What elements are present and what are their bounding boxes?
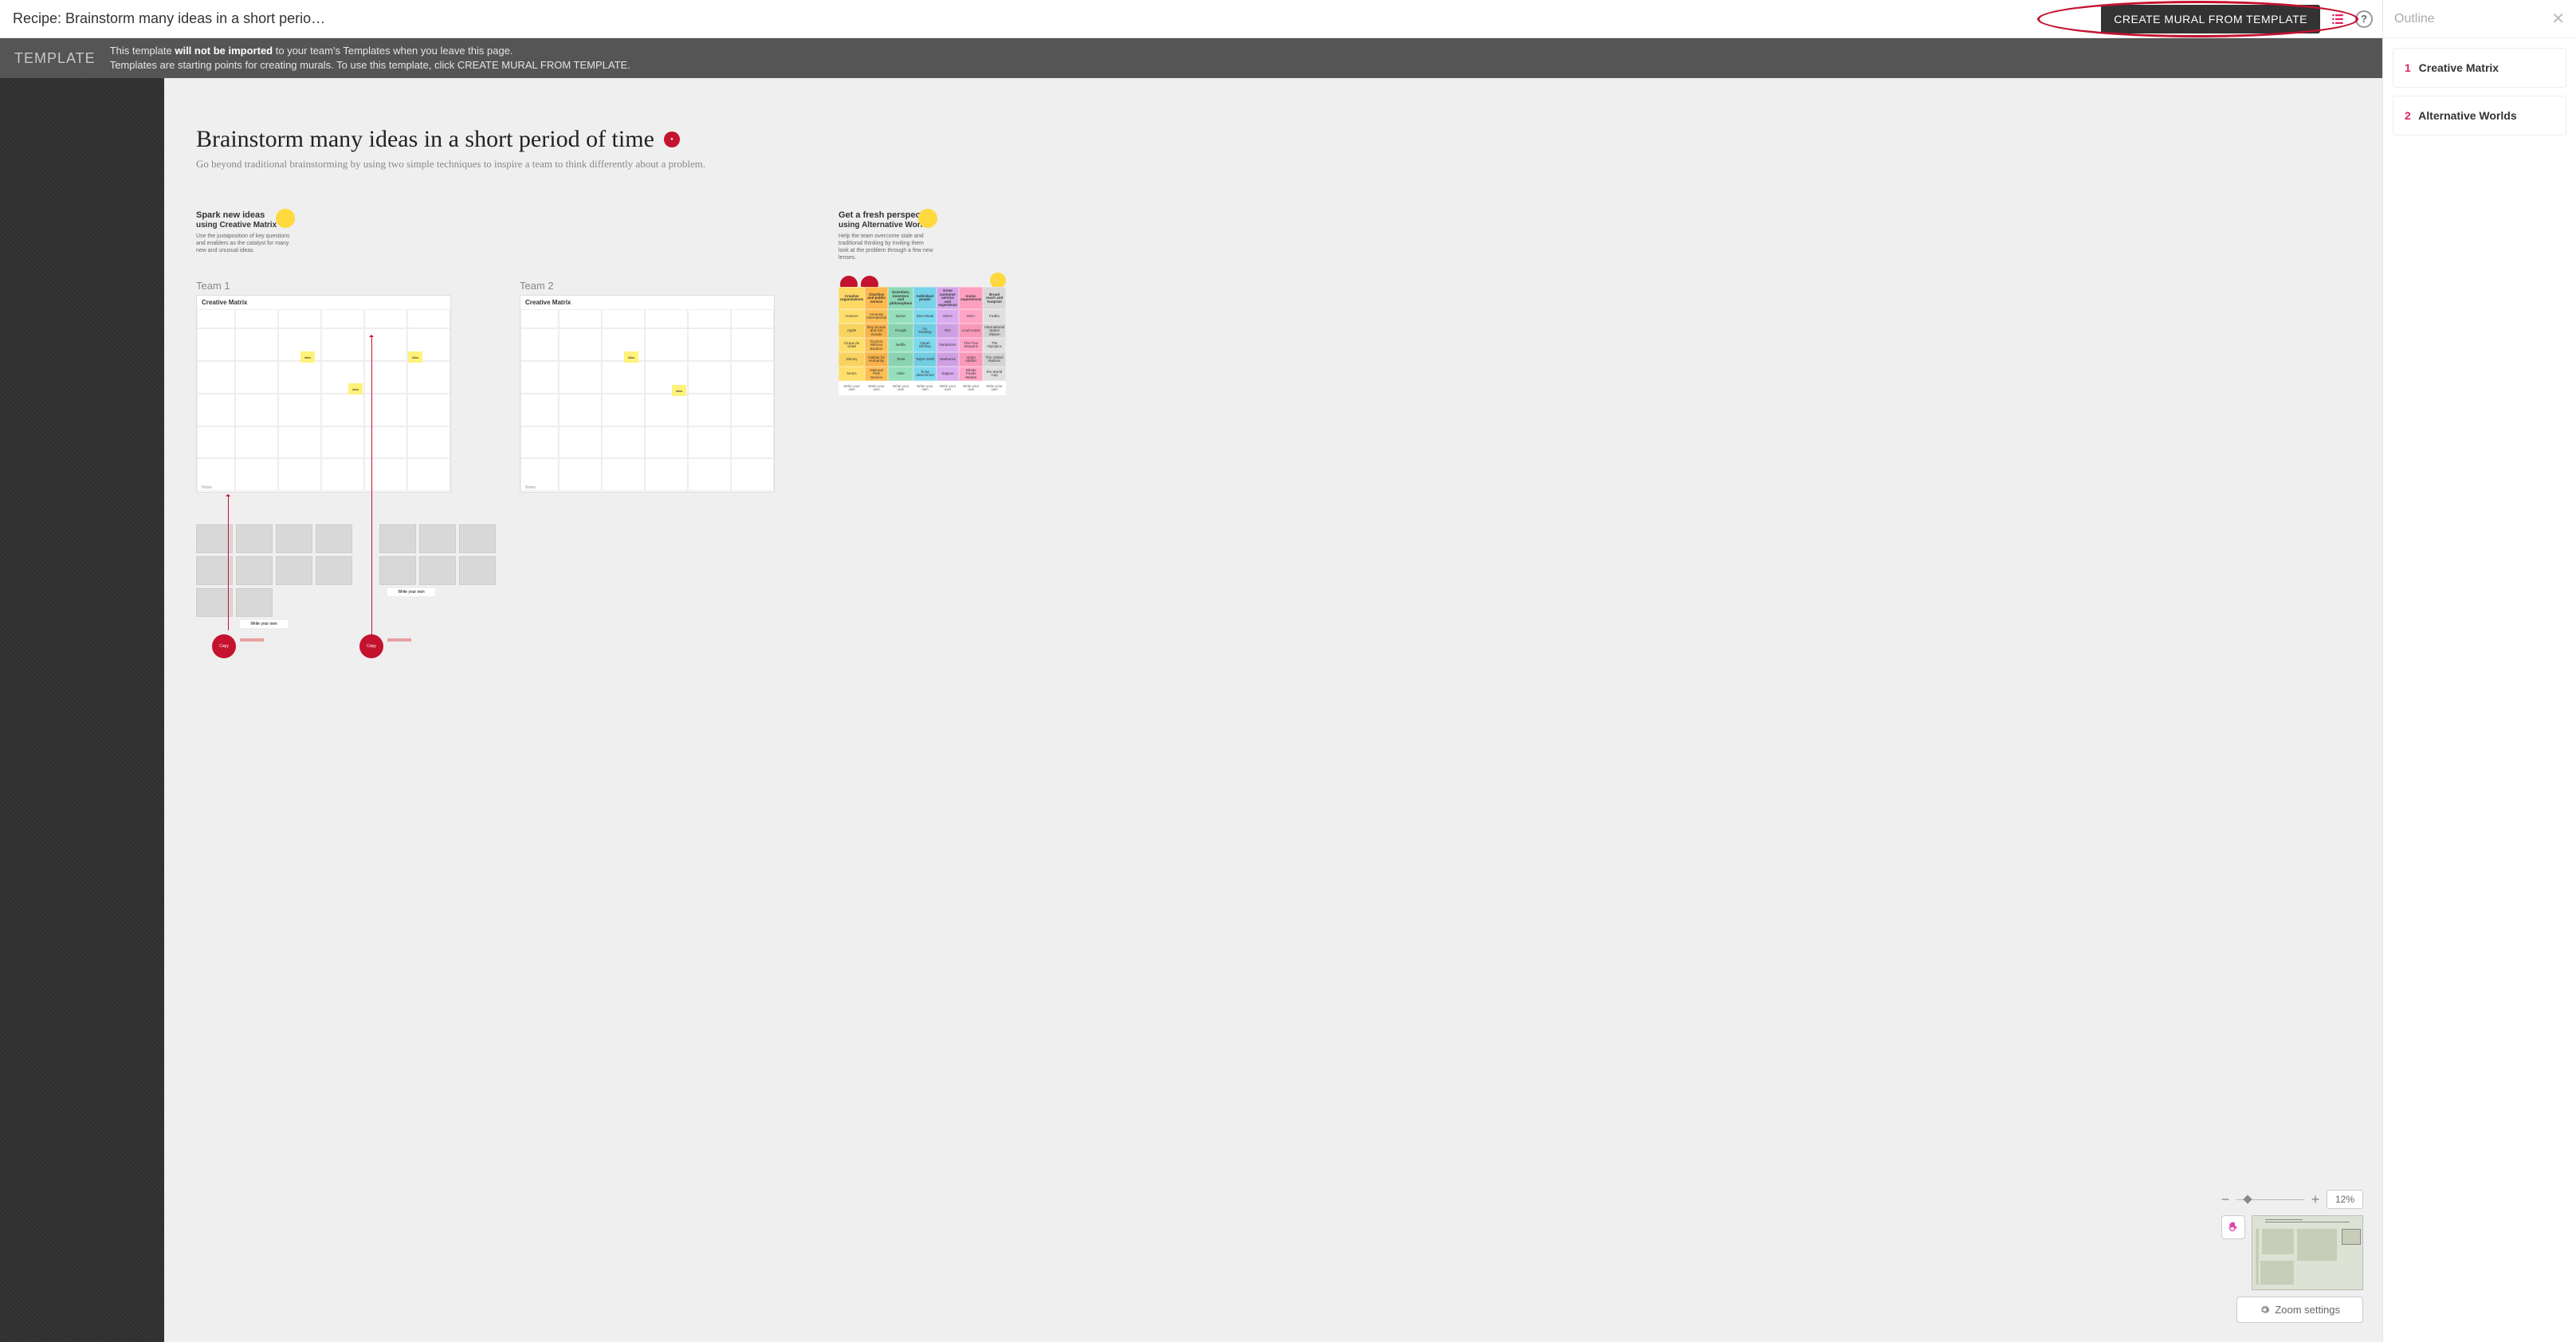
annotation-arrow [228,495,229,630]
close-icon[interactable]: ✕ [2551,9,2565,29]
team1-label: Team 1 [196,280,496,292]
aw-cell[interactable]: Individual people [913,287,936,309]
aw-cell[interactable]: Dyson [888,309,913,324]
aw-cell[interactable]: Charities and public service [865,287,888,309]
app-header: Recipe: Brainstorm many ideas in a short… [0,0,2382,38]
aw-cell[interactable]: Scientists, inventors and philosophers [888,287,913,309]
sticky-note[interactable]: idea [408,351,422,363]
aw-cell[interactable]: Write your own [913,381,936,395]
mural-canvas[interactable]: Brainstorm many ideas in a short period … [164,78,2382,1342]
annotation-preview [240,638,264,648]
sticky-note[interactable]: idea [300,351,315,363]
pan-hand-button[interactable] [2221,1215,2245,1239]
creative-matrix-team1[interactable]: Creative Matrix idea idea idea Notes [196,295,451,492]
aw-cell[interactable]: Boy Scouts and Girl Scouts [865,324,888,338]
aw-cell[interactable]: The Olympics [983,338,1006,352]
aw-cell[interactable]: Whole Foods Market [959,367,983,381]
aw-cell[interactable]: Iconic experiences [959,287,983,309]
recipe-title: Recipe: Brainstorm many ideas in a short… [13,10,2095,27]
aw-cell[interactable]: Disney [838,352,865,367]
template-banner: TEMPLATE This template will not be impor… [0,38,2382,78]
aw-cell[interactable]: Elon Musk [913,309,936,324]
create-mural-button[interactable]: CREATE MURAL FROM TEMPLATE [2101,5,2320,33]
aw-cell[interactable]: Write your own [838,381,865,395]
aw-cell[interactable]: To be determined [913,367,936,381]
sticky-note[interactable]: idea [624,351,638,363]
outline-item[interactable]: 1 Creative Matrix [2393,48,2566,88]
outline-item[interactable]: 2 Alternative Worlds [2393,96,2566,135]
template-banner-text: This template will not be imported to yo… [110,44,630,73]
aw-cell[interactable]: The United Nations [983,352,1006,367]
aw-cell[interactable]: Great customer service and experience [937,287,959,309]
aw-cell[interactable]: Uber [888,367,913,381]
stack-label[interactable]: Write your own [387,588,435,596]
mural-subtitle: Go beyond traditional brainstorming by u… [196,158,2350,171]
creative-matrix-team2[interactable]: Creative Matrix idea idea Notes [520,295,775,492]
aw-cell[interactable]: the World Cup [983,367,1006,381]
aw-cell[interactable]: Write your own [937,381,959,395]
aw-cell[interactable]: NASA [838,367,865,381]
tip-badge-icon [918,209,937,228]
stack-label[interactable]: Write your own [240,620,288,628]
aw-cell[interactable]: Oprah Winfrey [913,338,936,352]
annotation-callout: Copy [212,634,236,658]
aw-cell[interactable]: Apple [838,324,865,338]
template-label: TEMPLATE [14,50,96,67]
aw-cell[interactable]: Creative organizations [838,287,865,309]
mural-title: Brainstorm many ideas in a short period … [196,126,2350,153]
aw-cell[interactable]: International Space Station [983,324,1006,338]
zoom-settings-button[interactable]: Zoom settings [2236,1297,2363,1323]
aw-cell[interactable]: National Park Service [865,367,888,381]
team2-label: Team 2 [520,280,775,292]
aw-cell[interactable]: Taylor Swift [913,352,936,367]
zoom-out-button[interactable]: − [2219,1193,2232,1206]
outline-icon[interactable] [2327,8,2349,30]
aw-cell[interactable]: Amazon [838,309,865,324]
aw-cell[interactable]: Tesla [888,352,913,367]
tip-badge-icon [990,273,1006,288]
alternative-worlds-table[interactable]: Creative organizationsCharities and publ… [838,287,1006,395]
annotation-callout: Copy [359,634,383,658]
aw-cell[interactable]: Write your own [959,381,983,395]
aw-cell[interactable]: Google [888,324,913,338]
aw-cell[interactable]: Virgin Atlantic [959,352,983,367]
aw-cell[interactable]: Cirque du Soleil [838,338,865,352]
aw-cell[interactable]: Doctors Without Borders [865,338,888,352]
luma-badge-icon: ● [664,131,680,147]
annotation-preview [387,638,411,648]
sticky-note[interactable]: idea [672,385,686,396]
aw-cell[interactable]: J.K. Rowling [913,324,936,338]
minimap[interactable] [2252,1215,2363,1290]
aw-cell[interactable]: Habitat for Humanity [865,352,888,367]
outline-panel: Outline ✕ 1 Creative Matrix 2 Alternative… [2382,0,2576,1342]
alternative-worlds-section: Get a fresh perspective using Alternativ… [838,210,1014,628]
aw-cell[interactable]: Starbucks [937,352,959,367]
aw-cell[interactable]: FedEx [983,309,1006,324]
aw-cell[interactable]: Write your own [888,381,913,395]
aw-cell[interactable]: Ritz [937,324,959,338]
zoom-controls: − + 12% [2219,1190,2363,1323]
outline-title: Outline [2394,12,2435,26]
aw-cell[interactable]: USAA [937,309,959,324]
aw-cell[interactable]: Netflix [888,338,913,352]
aw-cell[interactable]: IKEA [959,309,983,324]
sticky-note[interactable]: idea [348,383,363,394]
aw-cell[interactable]: Broad reach and footprint [983,287,1006,309]
aw-cell[interactable]: Write your own [865,381,888,395]
gear-icon [2260,1305,2270,1315]
help-icon[interactable]: ? [2355,10,2373,28]
aw-cell[interactable]: Amnesty International [865,309,888,324]
aw-cell[interactable]: Write your own [983,381,1006,395]
section1-header: Spark new ideas using Creative Matrix Us… [196,210,775,254]
zoom-slider[interactable] [2236,1199,2304,1200]
aw-cell[interactable]: Loud cruise [959,324,983,338]
aw-cell[interactable]: Nordstrom [937,338,959,352]
zoom-percent[interactable]: 12% [2327,1190,2363,1209]
aw-cell[interactable]: The Four Seasons [959,338,983,352]
annotation-arrow [371,336,372,638]
canvas-dark-margin [0,78,164,1342]
zoom-in-button[interactable]: + [2309,1193,2322,1206]
aw-cell[interactable]: Zappos [937,367,959,381]
tip-badge-icon [276,209,295,228]
